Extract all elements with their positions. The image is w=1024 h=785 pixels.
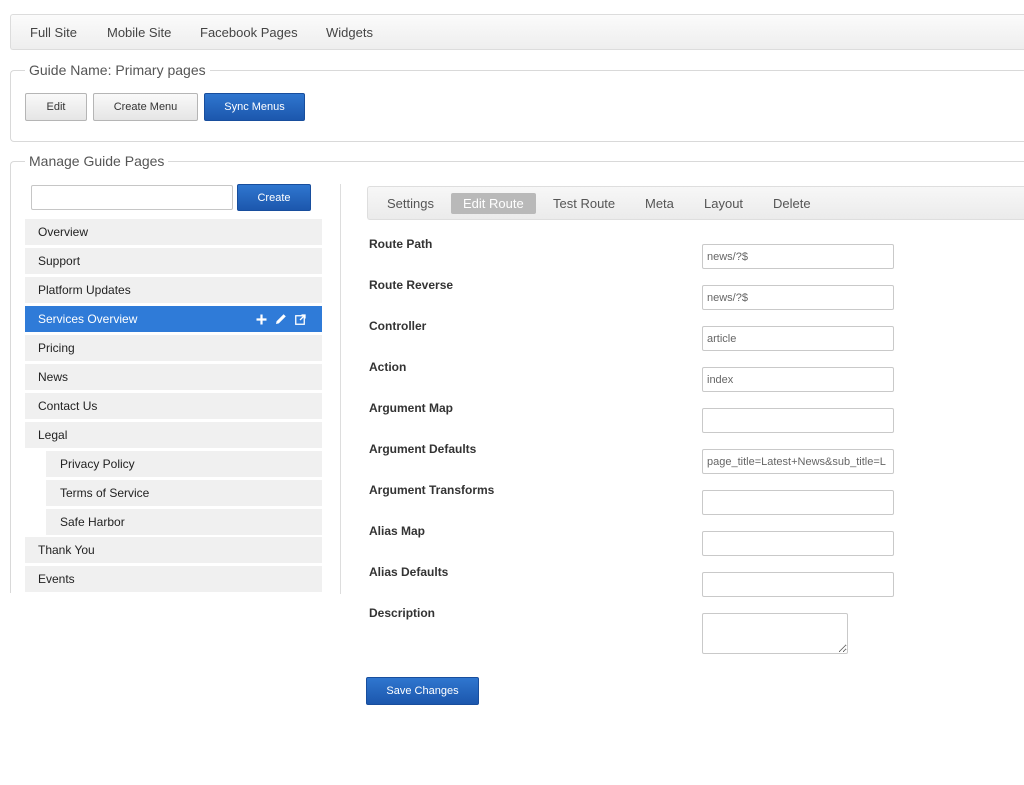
page-label: News <box>38 370 69 384</box>
pencil-icon[interactable] <box>275 313 287 325</box>
page-item-news[interactable]: News <box>25 364 322 390</box>
guide-name-legend: Guide Name: Primary pages <box>29 62 206 78</box>
controller-input[interactable] <box>702 326 894 351</box>
argument-transforms-input[interactable] <box>702 490 894 515</box>
page-item-events[interactable]: Events <box>25 566 322 592</box>
route-reverse-input[interactable] <box>702 285 894 310</box>
alias-map-input[interactable] <box>702 531 894 556</box>
save-changes-button[interactable]: Save Changes <box>366 677 479 705</box>
page-label: Privacy Policy <box>60 457 135 471</box>
argument-defaults-input[interactable] <box>702 449 894 474</box>
panel-divider <box>340 184 341 594</box>
page-item-overview[interactable]: Overview <box>25 219 322 245</box>
argument-defaults-label: Argument Defaults <box>369 442 477 456</box>
plus-icon[interactable] <box>256 314 267 325</box>
external-link-icon[interactable] <box>295 313 306 325</box>
page-item-platform-updates[interactable]: Platform Updates <box>25 277 322 303</box>
top-nav: Full Site Mobile Site Facebook Pages Wid… <box>10 14 1024 50</box>
page-tabs: Settings Edit Route Test Route Meta Layo… <box>367 186 1024 220</box>
page-item-support[interactable]: Support <box>25 248 322 274</box>
create-menu-button[interactable]: Create Menu <box>93 93 198 121</box>
page-item-legal[interactable]: Legal <box>25 422 322 448</box>
page-item-safe-harbor[interactable]: Safe Harbor <box>46 509 322 535</box>
tab-layout[interactable]: Layout <box>692 193 755 214</box>
route-path-input[interactable] <box>702 244 894 269</box>
page-label: Pricing <box>38 341 75 355</box>
page-label: Safe Harbor <box>60 515 125 529</box>
manage-pages-legend: Manage Guide Pages <box>29 153 165 169</box>
nav-mobile-site[interactable]: Mobile Site <box>107 25 171 40</box>
argument-map-label: Argument Map <box>369 401 453 415</box>
nav-widgets[interactable]: Widgets <box>326 25 373 40</box>
page-item-thank-you[interactable]: Thank You <box>25 537 322 563</box>
argument-transforms-label: Argument Transforms <box>369 483 495 497</box>
tab-edit-route[interactable]: Edit Route <box>451 193 536 214</box>
tab-settings[interactable]: Settings <box>375 193 446 214</box>
new-page-input[interactable] <box>31 185 233 210</box>
page-item-contact-us[interactable]: Contact Us <box>25 393 322 419</box>
page-label: Services Overview <box>38 312 138 326</box>
alias-defaults-label: Alias Defaults <box>369 565 449 579</box>
nav-full-site[interactable]: Full Site <box>30 25 77 40</box>
controller-label: Controller <box>369 319 427 333</box>
page-label: Platform Updates <box>38 283 131 297</box>
create-page-button[interactable]: Create <box>237 184 311 211</box>
row-actions <box>256 306 306 332</box>
page-label: Support <box>38 254 81 268</box>
page-item-privacy-policy[interactable]: Privacy Policy <box>46 451 322 477</box>
tab-meta[interactable]: Meta <box>633 193 686 214</box>
page-label: Legal <box>38 428 68 442</box>
nav-facebook-pages[interactable]: Facebook Pages <box>200 25 298 40</box>
tab-test-route[interactable]: Test Route <box>541 193 627 214</box>
page-item-pricing[interactable]: Pricing <box>25 335 322 361</box>
route-reverse-label: Route Reverse <box>369 278 454 292</box>
page-label: Events <box>38 572 75 586</box>
route-path-label: Route Path <box>369 237 433 251</box>
description-textarea[interactable] <box>702 613 848 654</box>
argument-map-input[interactable] <box>702 408 894 433</box>
tab-delete[interactable]: Delete <box>761 193 823 214</box>
alias-map-label: Alias Map <box>369 524 426 538</box>
page-item-services-overview[interactable]: Services Overview <box>25 306 322 332</box>
page-label: Overview <box>38 225 89 239</box>
page-label: Contact Us <box>38 399 98 413</box>
page-label: Thank You <box>38 543 95 557</box>
alias-defaults-input[interactable] <box>702 572 894 597</box>
description-label: Description <box>369 606 436 620</box>
sync-menus-button[interactable]: Sync Menus <box>204 93 305 121</box>
edit-guide-button[interactable]: Edit <box>25 93 87 121</box>
action-label: Action <box>369 360 407 374</box>
page-item-terms-of-service[interactable]: Terms of Service <box>46 480 322 506</box>
action-input[interactable] <box>702 367 894 392</box>
page-label: Terms of Service <box>60 486 150 500</box>
